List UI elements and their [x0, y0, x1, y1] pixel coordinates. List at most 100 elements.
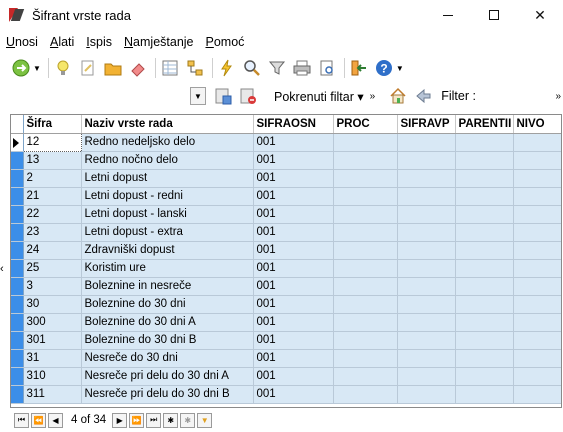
table-cell[interactable] — [333, 277, 398, 296]
table-cell[interactable]: 001 — [253, 367, 334, 386]
table-cell[interactable] — [333, 385, 398, 404]
table-cell[interactable]: Boleznine do 30 dni B — [81, 331, 254, 350]
table-cell[interactable]: 001 — [253, 313, 334, 332]
table-cell[interactable]: 30 — [23, 295, 82, 314]
table-cell[interactable]: 13 — [23, 151, 82, 170]
table-row[interactable]: 12 Redno nedeljsko delo 001 — [11, 132, 561, 152]
row-selector[interactable] — [11, 241, 24, 260]
row-selector[interactable] — [11, 349, 24, 368]
table-row[interactable]: 23 Letni dopust - extra 001 — [11, 223, 561, 242]
table-cell[interactable] — [397, 187, 456, 206]
previous-record-button[interactable]: ◀ — [48, 412, 63, 428]
table-cell[interactable] — [513, 223, 561, 242]
table-cell[interactable]: 001 — [253, 133, 334, 152]
table-cell[interactable]: 2 — [23, 169, 82, 188]
last-record-button[interactable]: ⏭ — [146, 412, 162, 428]
table-cell[interactable]: 21 — [23, 187, 82, 206]
menu-pomoc[interactable]: Pomoć — [200, 35, 251, 49]
table-cell[interactable] — [397, 241, 456, 260]
toolbar-overflow-chevron[interactable]: » — [370, 91, 375, 102]
next-record-button[interactable]: ▶ — [112, 412, 128, 428]
column-header-sifra[interactable]: Šifra — [23, 115, 82, 134]
navigate-globe-icon[interactable] — [10, 57, 32, 79]
table-cell[interactable] — [513, 313, 561, 332]
table-cell[interactable]: Letni dopust - lanski — [81, 205, 254, 224]
table-cell[interactable] — [513, 295, 561, 314]
chevron-down-icon[interactable]: ▼ — [33, 64, 41, 73]
table-cell[interactable] — [397, 151, 456, 170]
table-cell[interactable]: 22 — [23, 205, 82, 224]
table-cell[interactable] — [455, 313, 514, 332]
table-cell[interactable]: Redno nedeljsko delo — [81, 133, 254, 152]
table-cell[interactable]: 001 — [253, 205, 334, 224]
table-row[interactable]: 3 Boleznine in nesreče 001 — [11, 277, 561, 296]
table-cell[interactable] — [513, 277, 561, 296]
table-cell[interactable] — [455, 331, 514, 350]
table-cell[interactable] — [397, 277, 456, 296]
table-cell[interactable]: Nesreče pri delu do 30 dni A — [81, 367, 254, 386]
close-button[interactable]: ✕ — [517, 0, 563, 30]
next-page-button[interactable]: ⏩ — [129, 412, 145, 428]
row-selector[interactable] — [11, 205, 24, 224]
clear-filter-icon[interactable] — [237, 85, 259, 107]
table-cell[interactable] — [513, 367, 561, 386]
table-cell[interactable]: 12 — [22, 132, 82, 152]
table-cell[interactable] — [333, 205, 398, 224]
table-cell[interactable] — [397, 367, 456, 386]
table-cell[interactable] — [513, 205, 561, 224]
table-cell[interactable] — [513, 169, 561, 188]
table-cell[interactable] — [513, 349, 561, 368]
table-cell[interactable] — [333, 241, 398, 260]
table-cell[interactable] — [455, 241, 514, 260]
panel-collapse-arrow[interactable]: ‹ — [0, 263, 4, 275]
table-cell[interactable] — [455, 133, 514, 152]
table-cell[interactable]: Boleznine do 30 dni A — [81, 313, 254, 332]
open-folder-icon[interactable] — [102, 57, 124, 79]
table-cell[interactable]: 001 — [253, 277, 334, 296]
table-cell[interactable] — [455, 295, 514, 314]
table-cell[interactable]: Letni dopust - extra — [81, 223, 254, 242]
table-cell[interactable]: 001 — [253, 385, 334, 404]
table-cell[interactable] — [513, 187, 561, 206]
column-header-sifraosn[interactable]: SIFRAOSN — [253, 115, 334, 134]
help-icon[interactable]: ? — [373, 57, 395, 79]
table-cell[interactable] — [455, 385, 514, 404]
table-cell[interactable] — [333, 349, 398, 368]
help-dropdown-icon[interactable]: ▼ — [396, 64, 404, 73]
table-cell[interactable] — [455, 223, 514, 242]
column-header-nivo[interactable]: NIVO — [513, 115, 561, 134]
table-cell[interactable] — [333, 151, 398, 170]
first-record-button[interactable]: ⏮ — [14, 412, 29, 428]
row-selector[interactable] — [11, 169, 24, 188]
table-cell[interactable]: 310 — [23, 367, 82, 386]
table-row[interactable]: 2 Letni dopust 001 — [11, 169, 561, 188]
table-cell[interactable] — [455, 259, 514, 278]
table-cell[interactable]: Letni dopust - redni — [81, 187, 254, 206]
row-selector[interactable] — [11, 133, 24, 152]
toolbar-overflow-chevron-right[interactable]: » — [555, 91, 560, 102]
table-grid-icon[interactable] — [159, 57, 181, 79]
table-row[interactable]: 24 Zdravniški dopust 001 — [11, 241, 561, 260]
filter-list-icon[interactable] — [212, 85, 234, 107]
table-cell[interactable]: Redno nočno delo — [81, 151, 254, 170]
table-row[interactable]: 311 Nesreče pri delu do 30 dni B 001 — [11, 385, 561, 404]
table-cell[interactable] — [455, 205, 514, 224]
table-cell[interactable]: Nesreče do 30 dni — [81, 349, 254, 368]
table-cell[interactable]: Nesreče pri delu do 30 dni B — [81, 385, 254, 404]
row-selector[interactable] — [11, 313, 24, 332]
row-selector[interactable] — [11, 187, 24, 206]
row-selector[interactable] — [11, 223, 24, 242]
table-cell[interactable] — [397, 169, 456, 188]
table-cell[interactable] — [513, 331, 561, 350]
table-cell[interactable]: 24 — [23, 241, 82, 260]
table-cell[interactable] — [397, 223, 456, 242]
filter-dropdown-button[interactable]: ▼ — [190, 87, 206, 105]
table-cell[interactable] — [333, 187, 398, 206]
table-cell[interactable] — [455, 277, 514, 296]
table-row[interactable]: 300 Boleznine do 30 dni A 001 — [11, 313, 561, 332]
table-cell[interactable]: Koristim ure — [81, 259, 254, 278]
new-record-icon[interactable] — [52, 57, 74, 79]
back-arrow-icon[interactable] — [412, 85, 434, 107]
exit-icon[interactable] — [348, 57, 370, 79]
table-cell[interactable] — [333, 295, 398, 314]
